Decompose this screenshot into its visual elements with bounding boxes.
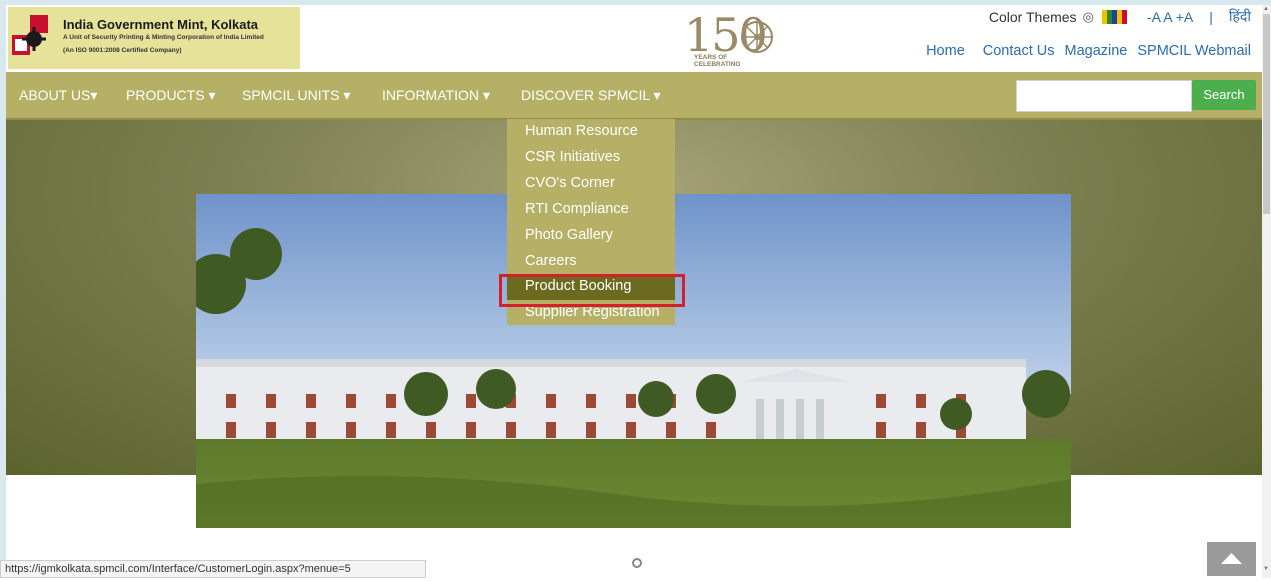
menu-products-label: PRODUCTS	[126, 87, 205, 103]
chevron-down-icon: ▾	[653, 87, 661, 103]
scrollbar-thumb[interactable]	[1263, 14, 1270, 214]
dropdown-item-photo-gallery[interactable]: Photo Gallery	[525, 227, 613, 243]
search-input[interactable]	[1016, 80, 1192, 112]
menu-about-us-label: ABOUT US	[19, 87, 91, 103]
anniversary-line2: CELEBRATING	[694, 61, 741, 68]
dropdown-item-cvo-corner[interactable]: CVO's Corner	[525, 175, 615, 191]
menu-spmcil-units[interactable]: SPMCIL UNITS ▾	[242, 87, 350, 104]
menu-discover-spmcil[interactable]: DISCOVER SPMCIL ▾	[521, 87, 661, 104]
back-to-top-button[interactable]	[1207, 542, 1256, 576]
menu-information-label: INFORMATION	[382, 87, 479, 103]
theme-swatches	[1101, 9, 1127, 24]
chakra-icon	[741, 21, 773, 53]
chevron-down-icon: ▾	[343, 87, 351, 103]
menu-spmcil-units-label: SPMCIL UNITS	[242, 87, 340, 103]
mint-logo-icon	[12, 15, 48, 55]
font-size-controls[interactable]: -A A +A	[1147, 9, 1193, 25]
chevron-down-icon: ▾	[90, 87, 98, 103]
home-link[interactable]: Home	[926, 43, 965, 59]
search-button[interactable]: Search	[1192, 80, 1256, 110]
menu-discover-spmcil-label: DISCOVER SPMCIL	[521, 87, 650, 103]
org-certification: (An ISO 9001:2008 Certified Company)	[63, 47, 182, 54]
anniversary-emblem: 150 YEARS OF CELEBRATING	[668, 6, 780, 72]
main-menu-bar: ABOUT US▾ PRODUCTS ▾ SPMCIL UNITS ▾ INFO…	[6, 72, 1271, 120]
language-hindi-link[interactable]: हिंदी	[1229, 7, 1251, 26]
menu-about-us[interactable]: ABOUT US▾	[19, 87, 97, 104]
chevron-down-icon: ▾	[208, 87, 216, 103]
dropdown-item-rti-compliance[interactable]: RTI Compliance	[525, 201, 629, 217]
chevron-down-icon: ▾	[482, 87, 490, 103]
browser-status-url: https://igmkolkata.spmcil.com/Interface/…	[0, 560, 426, 578]
org-name: India Government Mint, Kolkata	[63, 17, 259, 32]
header-nav: Home Contact Us Magazine SPMCIL Webmail	[926, 43, 1251, 59]
dropdown-item-careers[interactable]: Careers	[525, 253, 577, 269]
scroll-down-icon[interactable]: ▼	[1263, 566, 1269, 572]
annotation-highlight-box	[499, 274, 685, 307]
theme-swatch-5[interactable]	[1121, 9, 1127, 24]
webmail-link[interactable]: SPMCIL Webmail	[1137, 43, 1251, 59]
separator: |	[1209, 8, 1213, 25]
scroll-up-icon[interactable]: ▲	[1263, 6, 1269, 12]
window-frame-top	[0, 0, 1271, 5]
utility-links: Color Themes ◎ -A A +A | हिंदी	[989, 7, 1251, 26]
color-themes-label: Color Themes	[988, 8, 1077, 25]
anniversary-caption: YEARS OF CELEBRATING	[694, 54, 740, 68]
dropdown-item-csr-initiatives[interactable]: CSR Initiatives	[525, 149, 620, 165]
site-logo[interactable]: India Government Mint, Kolkata A Unit of…	[8, 7, 300, 69]
dropdown-item-human-resource[interactable]: Human Resource	[525, 123, 638, 139]
reset-theme-icon[interactable]: ◎	[1083, 9, 1094, 25]
org-subtitle: A Unit of Security Printing & Minting Co…	[63, 34, 264, 41]
menu-information[interactable]: INFORMATION ▾	[382, 87, 490, 104]
carousel-indicator[interactable]	[632, 558, 642, 568]
arrow-up-icon	[1221, 553, 1242, 564]
menu-products[interactable]: PRODUCTS ▾	[126, 87, 215, 104]
anniversary-line1: YEARS OF	[694, 54, 728, 61]
magazine-link[interactable]: Magazine	[1065, 43, 1128, 59]
contact-link[interactable]: Contact Us	[983, 43, 1055, 59]
